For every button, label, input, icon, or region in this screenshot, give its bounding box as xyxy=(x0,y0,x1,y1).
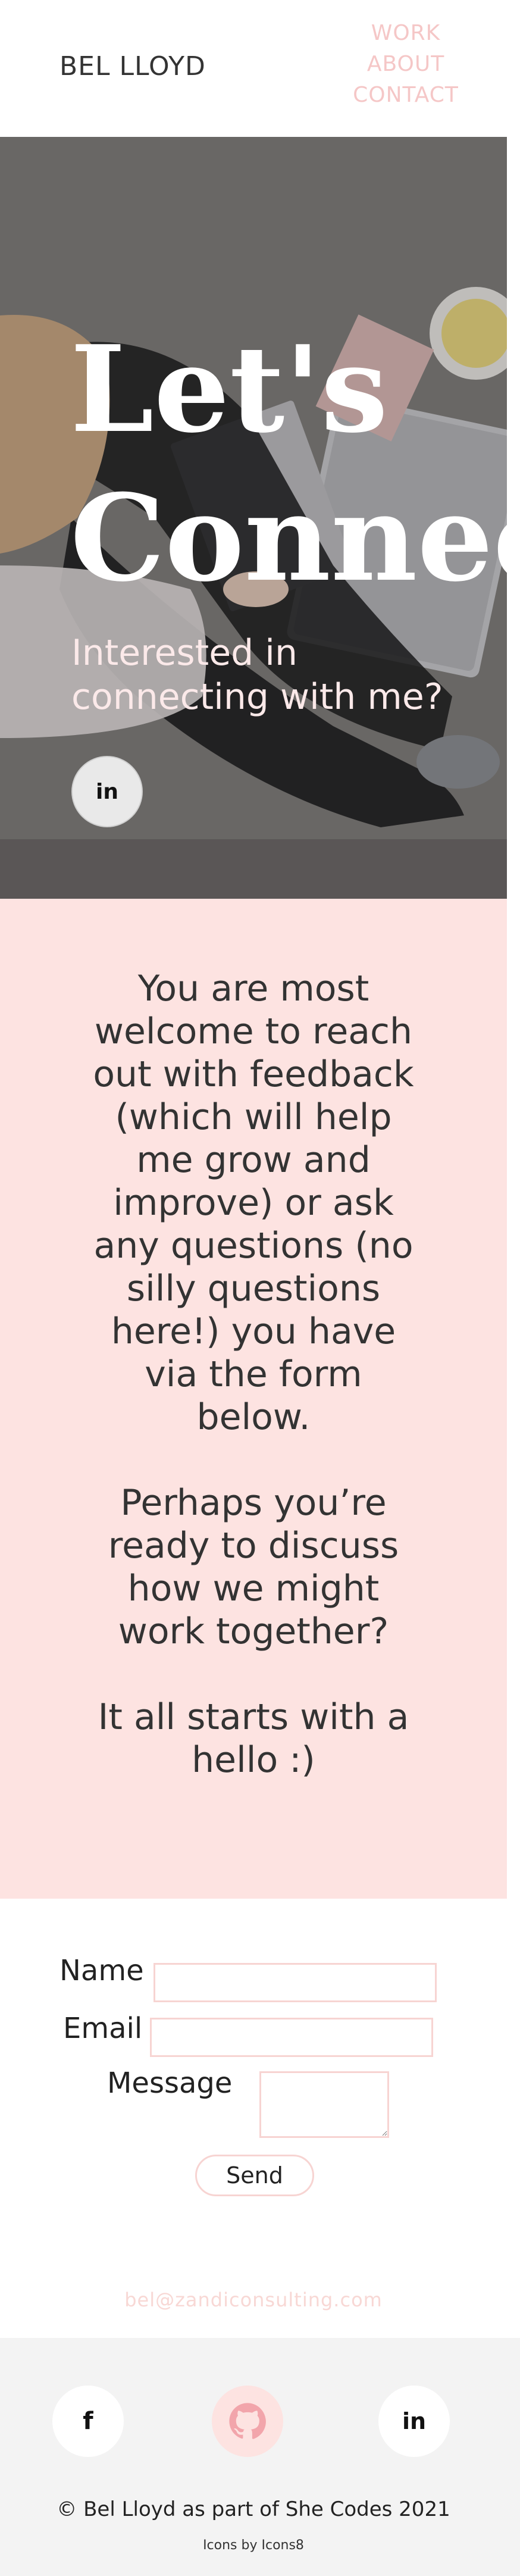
github-icon[interactable] xyxy=(212,2386,283,2457)
hero-subtitle: Interested in connecting with me? xyxy=(71,632,443,718)
facebook-icon[interactable]: f xyxy=(52,2386,124,2457)
github-glyph xyxy=(229,2403,266,2439)
hero-title-line-1: Let's xyxy=(70,320,389,459)
name-label: Name xyxy=(59,1954,144,1987)
contact-form: Name Email Message Send xyxy=(0,1899,520,2268)
nav-contact[interactable]: CONTACT xyxy=(346,80,465,111)
intro-paragraph-2: Perhaps you’re ready to discuss how we m… xyxy=(108,1482,399,1652)
intro-paragraph-3: It all starts with a hello :) xyxy=(98,1696,409,1781)
copyright-text: © Bel Lloyd as part of She Codes 2021 xyxy=(57,2497,450,2521)
hero-section: Let's Connect Interested in connecting w… xyxy=(0,137,507,899)
contact-email-link[interactable]: bel@zandiconsulting.com xyxy=(0,2289,507,2311)
email-field[interactable] xyxy=(150,2018,433,2057)
hero-title-line-2: Connect xyxy=(70,468,507,608)
brand-logo[interactable]: BEL LLOYD xyxy=(59,51,206,82)
site-footer: f in © Bel Lloyd as part of She Codes 20… xyxy=(0,2338,520,2576)
intro-paragraph-1: You are most welcome to reach out with f… xyxy=(93,968,414,1438)
intro-text: You are most welcome to reach out with f… xyxy=(89,967,418,1824)
nav-work[interactable]: WORK xyxy=(346,18,465,49)
linkedin-icon[interactable]: in xyxy=(71,756,143,827)
icons-credit-link[interactable]: Icons by Icons8 xyxy=(0,2538,507,2553)
message-field[interactable] xyxy=(259,2071,389,2138)
send-button[interactable]: Send xyxy=(195,2155,314,2196)
hero-title: Let's Connect xyxy=(70,315,507,613)
nav-about[interactable]: ABOUT xyxy=(346,49,465,80)
intro-section: You are most welcome to reach out with f… xyxy=(0,899,507,1899)
message-label: Message xyxy=(107,2067,233,2100)
name-field[interactable] xyxy=(154,1963,437,2002)
site-header: BEL LLOYD WORK ABOUT CONTACT xyxy=(0,0,520,137)
linkedin-footer-icon[interactable]: in xyxy=(378,2386,450,2457)
main-nav: WORK ABOUT CONTACT xyxy=(346,18,465,111)
email-label: Email xyxy=(63,2012,143,2045)
